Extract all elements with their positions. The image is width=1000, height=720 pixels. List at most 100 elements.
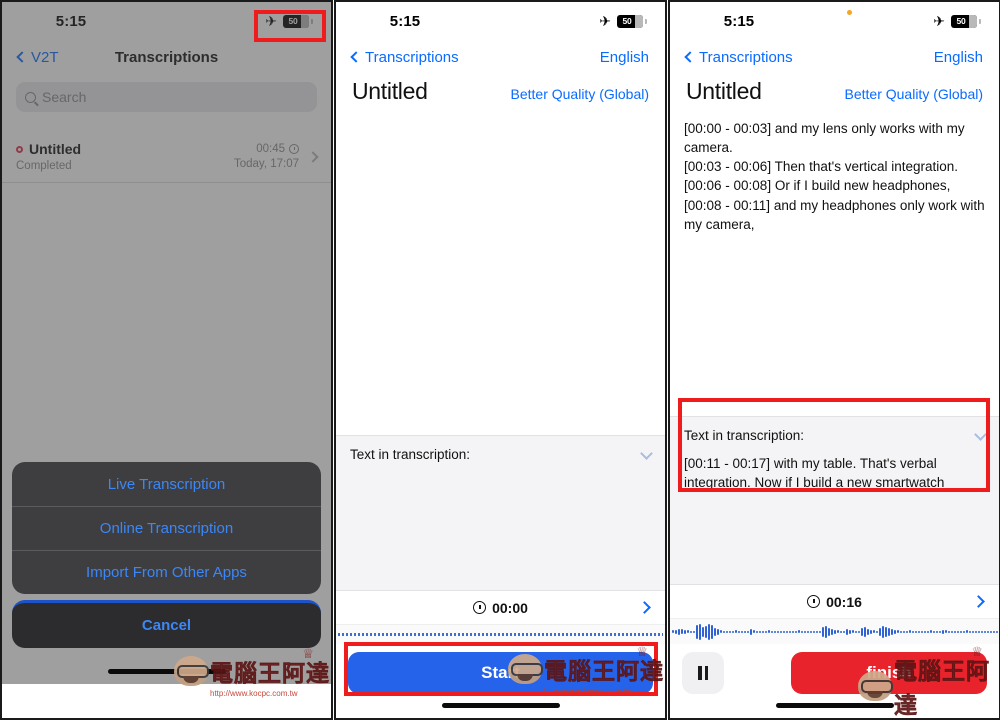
- waveform-bar: [786, 630, 788, 633]
- start-button[interactable]: Start: [348, 652, 653, 694]
- document-title[interactable]: Untitled: [686, 78, 762, 105]
- panel2-content: 5:15 ✈ 50 Transcriptions English Untitle: [336, 2, 665, 718]
- waveform-bar: [963, 630, 965, 633]
- cancel-button[interactable]: Cancel: [12, 600, 321, 648]
- waveform-bar: [699, 623, 701, 640]
- waveform-bar: [780, 630, 782, 633]
- waveform-bar: [858, 630, 860, 633]
- chevron-down-icon[interactable]: [974, 427, 987, 441]
- chevron-left-icon: [684, 51, 696, 63]
- finish-button[interactable]: finish: [791, 652, 987, 694]
- waveform-bar: [771, 630, 773, 633]
- waveform-bar: [933, 630, 935, 633]
- action-live-transcription[interactable]: Live Transcription: [12, 462, 321, 506]
- pause-button[interactable]: [682, 652, 724, 694]
- language-button[interactable]: English: [934, 49, 983, 66]
- waveform-bar: [705, 625, 707, 638]
- action-import-from-other-apps[interactable]: Import From Other Apps: [12, 550, 321, 594]
- start-button-label: Start: [481, 663, 520, 682]
- waveform-bar: [855, 630, 857, 633]
- chevron-left-icon: [350, 51, 362, 63]
- timer-icon: [473, 601, 487, 614]
- navigation-bar: Transcriptions English: [670, 40, 999, 74]
- text-in-transcription-filler: [670, 504, 999, 584]
- language-button[interactable]: English: [600, 49, 649, 66]
- waveform-bar: [876, 630, 878, 633]
- cancel-button-label: Cancel: [141, 617, 192, 634]
- back-button-transcriptions[interactable]: Transcriptions: [684, 48, 793, 66]
- action-online-transcription[interactable]: Online Transcription: [12, 506, 321, 550]
- quality-button[interactable]: Better Quality (Global): [511, 86, 650, 102]
- waveform-bar: [762, 630, 764, 633]
- timer-row[interactable]: 00:00: [336, 590, 665, 624]
- battery-percent-label: 50: [622, 16, 632, 26]
- battery-icon: 50: [617, 14, 647, 28]
- waveform-bar: [837, 630, 839, 633]
- document-title[interactable]: Untitled: [352, 78, 428, 105]
- waveform-bar: [693, 630, 695, 633]
- waveform-bar: [747, 630, 749, 633]
- waveform-bar: [924, 630, 926, 633]
- waveform-bar: [825, 625, 827, 638]
- home-indicator: [441, 703, 560, 708]
- waveform-live: [670, 618, 999, 644]
- status-indicators: ✈ 50: [599, 14, 647, 28]
- waveform-flat-line: [338, 633, 663, 636]
- chevron-right-icon[interactable]: [638, 601, 651, 614]
- waveform-bar: [726, 630, 728, 633]
- airplane-mode-icon: ✈: [933, 13, 945, 29]
- waveform-bar: [774, 630, 776, 633]
- waveform-bar: [792, 630, 794, 633]
- watermark-url: http://www.kocpc.com.tw: [210, 689, 298, 698]
- back-button-transcriptions[interactable]: Transcriptions: [350, 48, 459, 66]
- document-header: Untitled Better Quality (Global): [670, 74, 999, 113]
- waveform-bar: [972, 630, 974, 633]
- panel1-content: 5:15 ✈ 50 V2T Transcriptions Se: [2, 2, 331, 698]
- battery-empty-portion: [969, 14, 977, 28]
- navigation-bar: Transcriptions English: [336, 40, 665, 74]
- status-time: 5:15: [389, 12, 421, 30]
- waveform-bar: [990, 630, 992, 633]
- action-sheet-options: Live Transcription Online Transcription …: [12, 462, 321, 594]
- waveform-bar: [810, 630, 812, 633]
- waveform-bar: [840, 630, 842, 633]
- quality-button[interactable]: Better Quality (Global): [845, 86, 984, 102]
- waveform-bar: [903, 630, 905, 633]
- waveform-bar: [918, 630, 920, 633]
- home-indicator: [775, 703, 894, 708]
- waveform-bar: [702, 626, 704, 637]
- waveform-bar: [720, 630, 722, 633]
- timer-value-wrap: 00:16: [807, 594, 862, 610]
- waveform-bar: [846, 628, 848, 635]
- chevron-down-icon[interactable]: [640, 447, 653, 460]
- battery-empty-portion: [635, 14, 643, 28]
- timer-value-wrap: 00:00: [473, 600, 528, 616]
- waveform-bar: [741, 630, 743, 633]
- waveform-bar: [684, 629, 686, 634]
- waveform-bar: [732, 630, 734, 633]
- waveform-bar: [717, 628, 719, 635]
- text-in-transcription-header: Text in transcription:: [350, 447, 653, 462]
- waveform-bar: [738, 630, 740, 633]
- waveform-bar: [768, 630, 770, 633]
- chevron-right-icon[interactable]: [972, 595, 985, 608]
- waveform-bar: [711, 624, 713, 639]
- waveform-bar: [909, 630, 911, 633]
- back-button-label: Transcriptions: [699, 48, 793, 66]
- waveform-bar: [831, 628, 833, 635]
- waveform-bar: [951, 630, 953, 633]
- transcript-line: [00:00 - 00:03] and my lens only works w…: [684, 121, 965, 156]
- waveform-bar: [672, 630, 674, 633]
- timer-value: 00:16: [826, 593, 862, 610]
- waveform-bar: [714, 627, 716, 636]
- timer-row[interactable]: 00:16: [670, 584, 999, 618]
- status-indicators: ✈ 50: [933, 13, 981, 29]
- back-button-label: Transcriptions: [365, 48, 459, 66]
- waveform-bar: [906, 630, 908, 633]
- status-time: 5:15: [723, 12, 755, 30]
- transcript-empty-space: [336, 119, 665, 435]
- waveform-bar: [777, 630, 779, 633]
- microphone-in-use-dot-icon: [846, 10, 852, 15]
- waveform-bar: [801, 630, 803, 633]
- waveform-bar: [834, 629, 836, 634]
